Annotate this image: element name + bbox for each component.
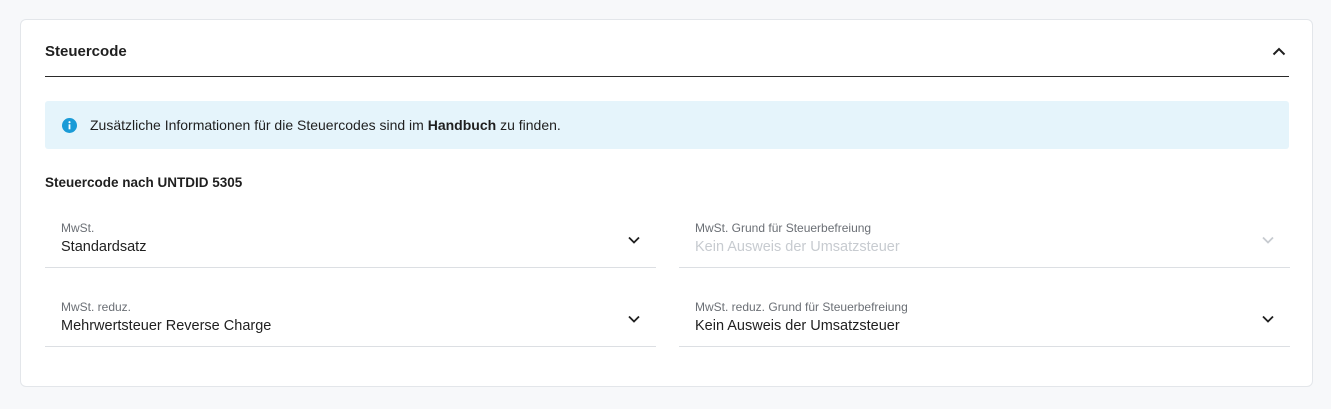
field-value: Kein Ausweis der Umsatzsteuer (695, 239, 900, 255)
field-value: Standardsatz (61, 239, 147, 255)
field-label: MwSt. Grund für Steuerbefreiung (695, 221, 872, 235)
chevron-down-icon[interactable] (626, 311, 642, 327)
mwst-grund-select: MwSt. Grund für Steuerbefreiung Kein Aus… (679, 208, 1290, 268)
mwst-select[interactable]: MwSt. Standardsatz (45, 208, 656, 268)
handbuch-link[interactable]: Handbuch (428, 117, 496, 133)
mwst-reduz-select[interactable]: MwSt. reduz. Mehrwertsteuer Reverse Char… (45, 287, 656, 347)
chevron-down-icon (1262, 236, 1274, 244)
info-icon (62, 117, 77, 133)
field-label: MwSt. reduz. Grund für Steuerbefreiung (695, 300, 908, 314)
field-value: Kein Ausweis der Umsatzsteuer (695, 318, 900, 334)
card-title: Steuercode (45, 43, 127, 60)
info-banner: Zusätzliche Informationen für die Steuer… (45, 101, 1289, 149)
info-text: Zusätzliche Informationen für die Steuer… (90, 117, 561, 133)
field-label: MwSt. (61, 221, 95, 235)
section-label: Steuercode nach UNTDID 5305 (45, 175, 243, 190)
steuercode-card: Steuercode Zusätzliche Informationen für… (20, 19, 1313, 387)
mwst-reduz-grund-select[interactable]: MwSt. reduz. Grund für Steuerbefreiung K… (679, 287, 1290, 347)
field-label: MwSt. reduz. (61, 300, 132, 314)
field-value: Mehrwertsteuer Reverse Charge (61, 318, 272, 334)
chevron-down-icon[interactable] (1260, 311, 1276, 327)
card-header[interactable]: Steuercode (45, 20, 1289, 77)
chevron-up-icon[interactable] (1267, 39, 1291, 63)
chevron-down-icon[interactable] (626, 232, 642, 248)
